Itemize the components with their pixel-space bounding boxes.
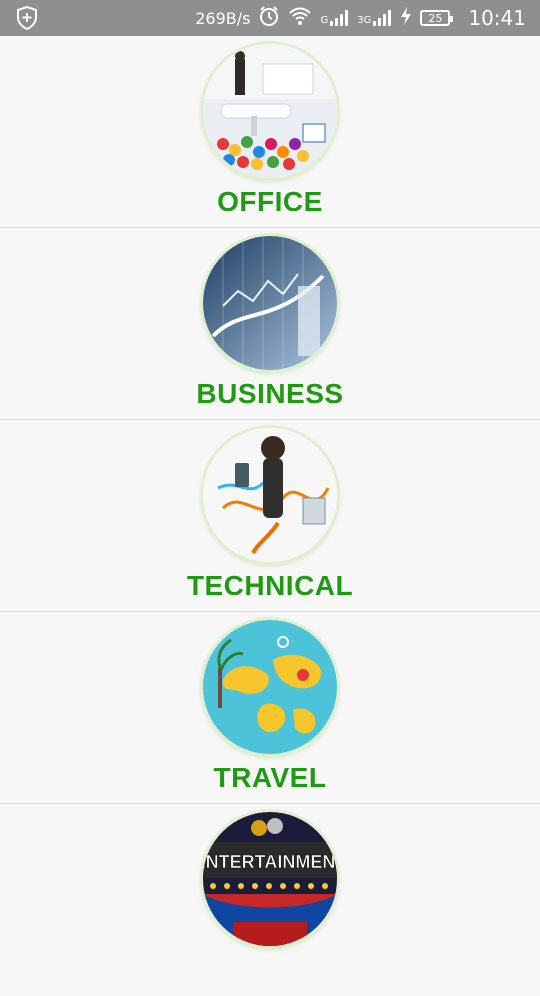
office-image xyxy=(203,44,337,178)
status-bar: 269B/s G 3G 25 10:41 xyxy=(0,0,540,36)
signal-3g-icon: 3G xyxy=(357,10,392,26)
signal-icon: G xyxy=(320,10,349,26)
charging-icon xyxy=(400,6,412,30)
business-chart-image xyxy=(203,236,337,370)
category-list: OFFICE BUSINESS TECHNICAL TRAVEL NTERTAI… xyxy=(0,36,540,996)
net-speed: 269B/s xyxy=(195,8,251,28)
category-item-office[interactable]: OFFICE xyxy=(0,36,540,228)
category-label: TRAVEL xyxy=(213,762,327,793)
technical-gadgets-image xyxy=(203,428,337,562)
svg-text:ENTERTAINMENT: ENTERTAINMENT xyxy=(203,852,337,872)
battery-icon: 25 xyxy=(420,10,454,26)
category-label: BUSINESS xyxy=(196,378,344,409)
travel-world-map-image xyxy=(203,620,337,754)
clock-time: 10:41 xyxy=(468,6,526,30)
entertainment-marquee-image: ENTERTAINMENT xyxy=(203,812,337,946)
shield-plus-icon xyxy=(16,5,38,34)
category-label: OFFICE xyxy=(217,186,323,217)
category-item-entertainment[interactable]: ENTERTAINMENT xyxy=(0,804,540,996)
category-label: TECHNICAL xyxy=(186,570,354,601)
wifi-icon xyxy=(288,6,312,30)
category-item-business[interactable]: BUSINESS xyxy=(0,228,540,420)
alarm-icon xyxy=(258,5,280,31)
category-item-travel[interactable]: TRAVEL xyxy=(0,612,540,804)
category-item-technical[interactable]: TECHNICAL xyxy=(0,420,540,612)
